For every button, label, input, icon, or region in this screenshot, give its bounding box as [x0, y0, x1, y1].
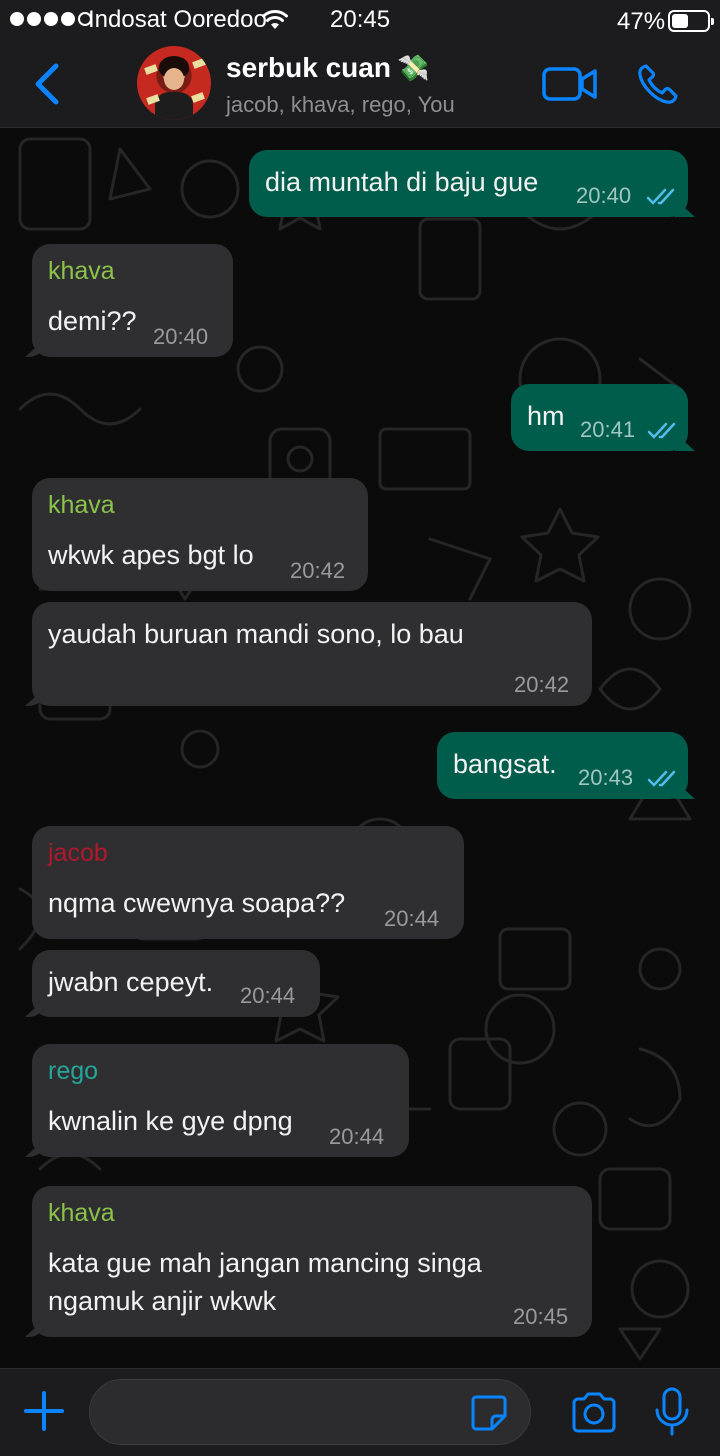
cellular-signal-icon — [10, 12, 92, 26]
signal-dot — [10, 12, 24, 26]
message-time: 20:44 — [240, 983, 296, 1008]
message-time: 20:41 — [580, 417, 636, 442]
message-text: nqma cwewnya soapa?? — [48, 888, 346, 918]
message-time: 20:45 — [513, 1304, 569, 1329]
sender-name: khava — [48, 1199, 115, 1227]
attach-plus-button[interactable] — [22, 1389, 66, 1433]
message-list[interactable]: dia muntah di baju gue 20:40 khava demi?… — [0, 129, 720, 1368]
message-bubble-incoming[interactable]: jwabn cepeyt. 20:44 — [32, 950, 320, 1017]
group-avatar[interactable] — [137, 46, 211, 120]
avatar-money-note — [144, 64, 158, 75]
sender-name: jacob — [48, 839, 108, 867]
sticker-button[interactable] — [470, 1394, 508, 1432]
sender-name: khava — [48, 491, 115, 519]
signal-dot — [27, 12, 41, 26]
money-with-wings-icon: 💸 — [396, 52, 430, 83]
battery-fill — [672, 14, 688, 28]
read-receipt-icon — [647, 422, 676, 439]
back-button[interactable] — [28, 58, 68, 110]
battery-icon — [668, 10, 714, 32]
composer-bar — [0, 1368, 720, 1456]
message-time: 20:43 — [578, 765, 634, 790]
battery-percent: 47% — [617, 8, 666, 35]
read-receipt-icon — [647, 770, 676, 787]
message-time: 20:44 — [384, 906, 440, 931]
signal-dot — [44, 12, 58, 26]
read-receipt-icon — [646, 188, 675, 205]
message-time: 20:40 — [153, 324, 209, 349]
wifi-icon — [262, 10, 288, 29]
message-time: 20:44 — [329, 1124, 385, 1149]
message-bubble-incoming[interactable]: rego kwnalin ke gye dpng 20:44 — [32, 1044, 409, 1157]
group-title[interactable]: serbuk cuan 💸 — [226, 52, 429, 84]
voice-call-button[interactable] — [636, 62, 680, 106]
message-text: jwabn cepeyt. — [48, 967, 214, 997]
avatar-figure-face — [164, 68, 184, 90]
message-bubble-incoming[interactable]: jacob nqma cwewnya soapa?? 20:44 — [32, 826, 464, 939]
video-call-button[interactable] — [542, 64, 598, 104]
sender-name: rego — [48, 1057, 99, 1085]
sender-name: khava — [48, 257, 115, 285]
message-bubble-outgoing[interactable]: bangsat. 20:43 — [437, 732, 688, 799]
message-text-line: kata gue mah jangan mancing singa — [48, 1248, 482, 1278]
message-bubble-outgoing[interactable]: dia muntah di baju gue 20:40 — [249, 150, 688, 217]
group-name: serbuk cuan — [226, 52, 391, 83]
message-text-line: ngamuk anjir wkwk — [48, 1286, 277, 1316]
message-text: bangsat. — [453, 749, 557, 779]
avatar-figure-body — [155, 92, 193, 120]
message-time: 20:40 — [576, 183, 632, 208]
message-text: dia muntah di baju gue — [265, 167, 539, 197]
microphone-button[interactable] — [652, 1386, 692, 1438]
clock: 20:45 — [330, 6, 391, 33]
carrier-name: Indosat Ooredoo — [88, 6, 267, 33]
group-members[interactable]: jacob, khava, rego, You — [226, 92, 455, 118]
signal-dot — [61, 12, 75, 26]
message-text: yaudah buruan mandi sono, lo bau — [48, 619, 464, 649]
message-bubble-incoming[interactable]: khava demi?? 20:40 — [32, 244, 233, 357]
message-text: kwnalin ke gye dpng — [48, 1106, 293, 1136]
message-input[interactable] — [89, 1379, 531, 1445]
message-bubble-outgoing[interactable]: hm 20:41 — [511, 384, 688, 451]
camera-button[interactable] — [570, 1391, 618, 1433]
message-bubble-incoming[interactable]: khava wkwk apes bgt lo 20:42 — [32, 478, 368, 591]
message-text: demi?? — [48, 306, 137, 336]
message-text: hm — [527, 401, 565, 431]
avatar-money-note — [192, 58, 206, 69]
status-bar: Indosat Ooredoo 20:45 47% — [0, 0, 720, 40]
battery-cap — [711, 18, 714, 25]
avatar-money-note — [191, 92, 205, 103]
chat-header: serbuk cuan 💸 jacob, khava, rego, You — [0, 40, 720, 128]
message-text: wkwk apes bgt lo — [48, 540, 254, 570]
message-bubble-incoming[interactable]: yaudah buruan mandi sono, lo bau 20:42 — [32, 602, 592, 706]
message-time: 20:42 — [514, 672, 570, 697]
message-bubble-incoming[interactable]: khava kata gue mah jangan mancing singa … — [32, 1186, 592, 1337]
message-time: 20:42 — [290, 558, 346, 583]
